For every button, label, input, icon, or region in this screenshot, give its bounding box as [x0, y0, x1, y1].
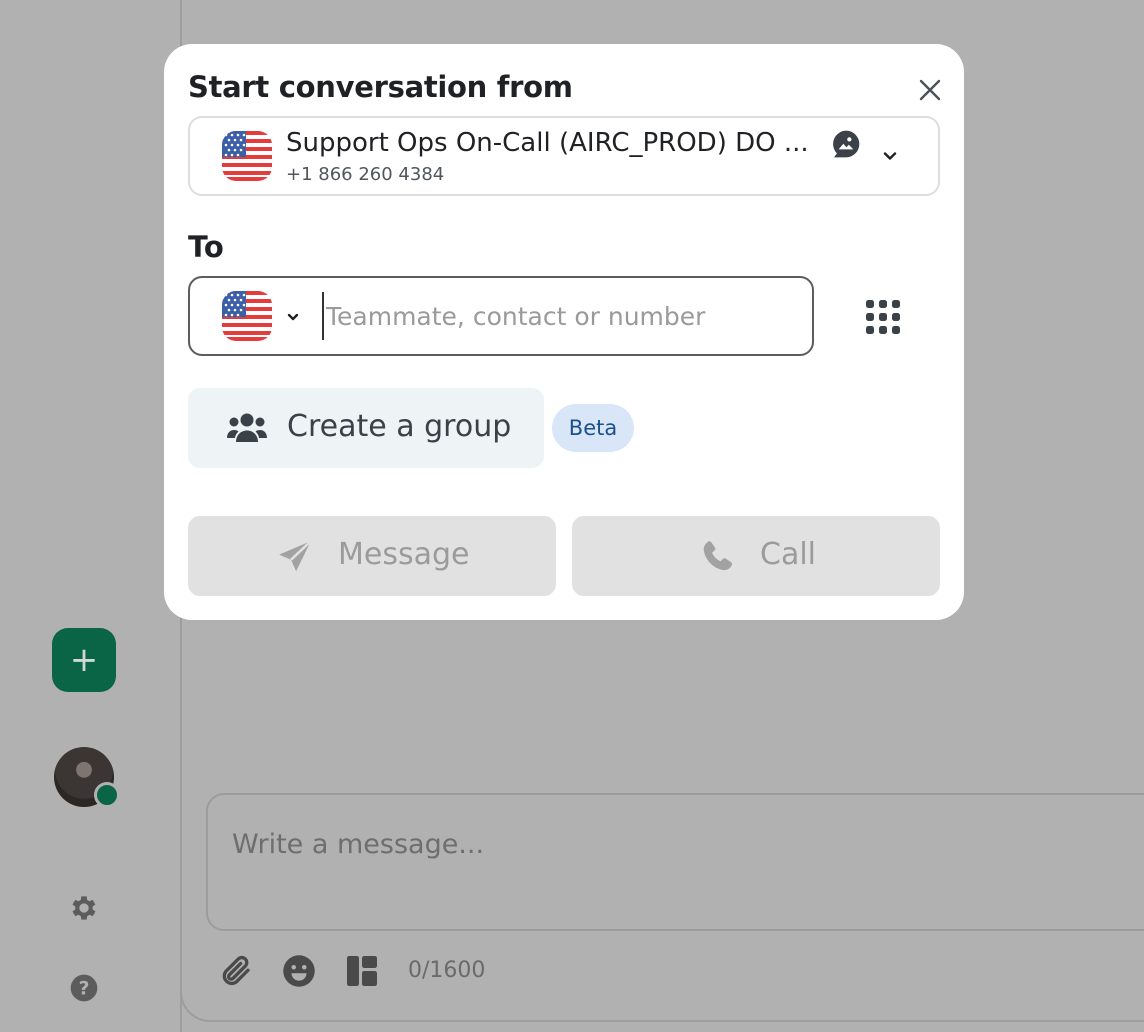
- sms-chat-icon: [833, 130, 860, 158]
- start-conversation-modal: Start conversation from Support Ops On-C…: [164, 44, 964, 620]
- from-line-name: Support Ops On-Call (AIRC_PROD) DO ...: [286, 128, 809, 158]
- composer-container: [180, 985, 1144, 1022]
- chevron-down-icon: [883, 152, 897, 160]
- plus-icon: +: [69, 640, 99, 680]
- beta-badge: Beta: [552, 404, 634, 452]
- message-button[interactable]: Message: [188, 516, 556, 596]
- recipient-input[interactable]: [322, 292, 792, 340]
- svg-text:?: ?: [79, 979, 90, 1000]
- close-button[interactable]: [912, 72, 948, 108]
- us-flag-icon[interactable]: [222, 291, 272, 341]
- message-button-label: Message: [338, 537, 470, 572]
- composer-placeholder: Write a message...: [232, 829, 485, 860]
- phone-icon: [703, 541, 733, 571]
- to-recipient-field[interactable]: [188, 276, 814, 356]
- create-group-button[interactable]: Create a group: [188, 388, 544, 468]
- from-line-number: +1 866 260 4384: [286, 164, 445, 185]
- send-paper-plane-icon: [279, 540, 312, 572]
- to-label: To: [188, 230, 224, 264]
- emoji-icon[interactable]: [281, 953, 317, 989]
- gear-icon[interactable]: [68, 892, 100, 924]
- close-icon: [919, 79, 941, 101]
- help-icon[interactable]: ?: [68, 972, 100, 1004]
- call-button-label: Call: [760, 537, 817, 572]
- us-flag-icon: [222, 131, 272, 181]
- character-counter: 0/1600: [408, 958, 486, 983]
- call-button[interactable]: Call: [572, 516, 940, 596]
- online-status-dot: [94, 782, 120, 808]
- dialpad-icon[interactable]: [864, 298, 902, 336]
- attachment-icon[interactable]: [218, 953, 254, 989]
- sidebar: + ?: [0, 0, 181, 1032]
- new-conversation-button[interactable]: +: [52, 628, 116, 692]
- group-people-icon: [227, 413, 267, 442]
- country-chevron-down-icon[interactable]: [285, 309, 301, 325]
- template-icon[interactable]: [344, 953, 380, 989]
- message-composer[interactable]: Write a message...: [206, 793, 1144, 931]
- modal-title: Start conversation from: [188, 70, 573, 104]
- user-avatar[interactable]: [54, 747, 120, 808]
- create-group-label: Create a group: [287, 409, 512, 444]
- from-number-select[interactable]: Support Ops On-Call (AIRC_PROD) DO ... +…: [188, 116, 940, 196]
